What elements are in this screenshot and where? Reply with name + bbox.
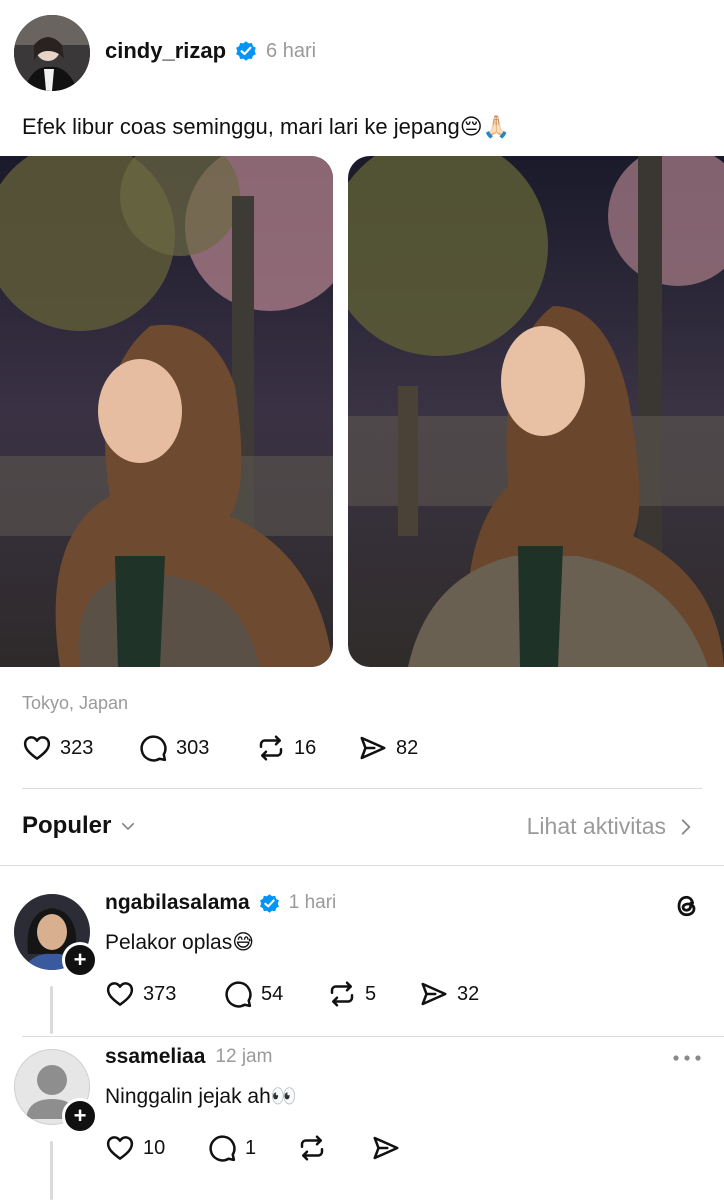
comment-bubble-icon	[138, 733, 168, 763]
repost-count: 16	[294, 736, 317, 759]
post-time: 6 hari	[266, 39, 317, 62]
heart-icon	[105, 979, 135, 1009]
repost-count: 5	[365, 982, 377, 1005]
threads-logo-icon[interactable]	[672, 891, 702, 921]
photo-image	[348, 156, 724, 667]
send-icon	[358, 733, 388, 763]
photo-image	[0, 156, 333, 667]
view-activity-label: Lihat aktivitas	[526, 813, 666, 839]
chevron-down-icon	[122, 823, 135, 830]
sort-dropdown[interactable]: Populer	[22, 812, 137, 840]
post-location[interactable]: Tokyo, Japan	[22, 693, 128, 714]
send-icon	[371, 1133, 401, 1163]
repost-button[interactable]: 16	[256, 733, 358, 763]
comment-bubble-icon	[207, 1133, 237, 1163]
heart-icon	[105, 1133, 135, 1163]
reply-time: 1 hari	[288, 892, 337, 913]
post-actions: 323 303 16 82	[22, 733, 418, 763]
like-button[interactable]: 323	[22, 733, 138, 763]
reply-actions: 10 1	[105, 1133, 409, 1163]
more-dots-icon[interactable]	[672, 1053, 702, 1063]
post-caption: Efek libur coas seminggu, mari lari ke j…	[22, 114, 511, 139]
thread-line	[50, 1141, 53, 1200]
reply-username[interactable]: ssameliaa	[105, 1045, 205, 1069]
post-username[interactable]: cindy_rizap	[105, 38, 226, 64]
reply-item: + ssameliaa 12 jam Ninggalin jejak ah👀 1…	[0, 1037, 724, 1200]
comment-count: 303	[176, 736, 210, 759]
like-button[interactable]: 373	[105, 979, 223, 1009]
verified-badge-icon	[258, 892, 281, 915]
like-button[interactable]: 10	[105, 1133, 207, 1163]
comment-count: 54	[261, 982, 284, 1005]
share-button[interactable]: 82	[358, 733, 418, 763]
share-button[interactable]	[371, 1133, 409, 1163]
comment-button[interactable]: 1	[207, 1133, 297, 1163]
sort-label: Populer	[22, 812, 112, 839]
repost-icon	[256, 733, 286, 763]
share-button[interactable]: 32	[419, 979, 479, 1009]
reply-time: 12 jam	[215, 1046, 273, 1067]
chevron-right-icon	[681, 818, 691, 835]
reply-text: Pelakor oplas😅	[105, 931, 255, 954]
heart-icon	[22, 733, 52, 763]
reply-text: Ninggalin jejak ah👀	[105, 1085, 297, 1108]
avatar-image	[14, 15, 90, 91]
post-photo-2[interactable]	[348, 156, 724, 667]
comment-bubble-icon	[223, 979, 253, 1009]
view-activity-link[interactable]: Lihat aktivitas	[527, 813, 694, 840]
comment-button[interactable]: 303	[138, 733, 256, 763]
verified-badge-icon	[234, 39, 258, 63]
post-photo-1[interactable]	[0, 156, 333, 667]
like-count: 323	[60, 736, 94, 759]
share-count: 82	[396, 736, 419, 759]
reply-actions: 373 54 5 32	[105, 979, 479, 1009]
repost-button[interactable]: 5	[327, 979, 419, 1009]
comment-button[interactable]: 54	[223, 979, 327, 1009]
send-icon	[419, 979, 449, 1009]
divider	[22, 788, 702, 789]
reply-username[interactable]: ngabilasalama	[105, 891, 250, 915]
share-count: 32	[457, 982, 480, 1005]
thread-line	[50, 986, 53, 1034]
comment-count: 1	[245, 1136, 257, 1159]
follow-plus-button[interactable]: +	[62, 1098, 98, 1134]
reply-item: + ngabilasalama 1 hari Pelakor oplas😅 37…	[0, 866, 724, 1036]
like-count: 10	[143, 1136, 166, 1159]
like-count: 373	[143, 982, 177, 1005]
repost-icon	[297, 1133, 327, 1163]
post-author-avatar[interactable]	[14, 15, 90, 91]
follow-plus-button[interactable]: +	[62, 942, 98, 978]
repost-icon	[327, 979, 357, 1009]
repost-button[interactable]	[297, 1133, 371, 1163]
